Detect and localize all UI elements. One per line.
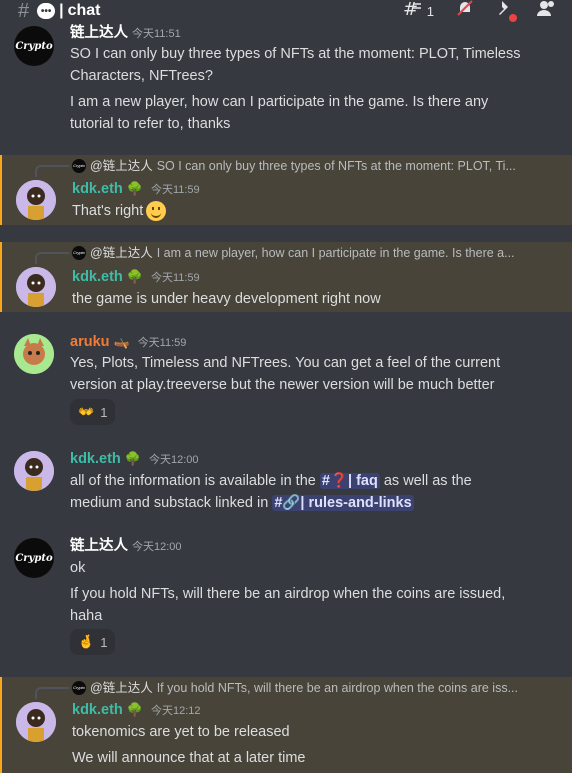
username[interactable]: aruku [70, 334, 110, 350]
member-list-button[interactable] [536, 0, 556, 23]
username[interactable]: kdk.eth [72, 702, 123, 718]
message-text: version at play.treeverse but the newer … [70, 377, 495, 393]
reply-avatar: Crypto [72, 246, 86, 260]
timestamp: 今天12:00 [148, 454, 199, 466]
reply-text: If you hold NFTs, will there be an airdr… [156, 681, 518, 695]
crossed-fingers-emoji-icon: 🤞 [78, 634, 95, 649]
message-text: as well as the [379, 473, 472, 489]
avatar[interactable] [16, 267, 56, 307]
avatar-image [16, 702, 56, 742]
reply-connector [35, 687, 69, 699]
channel-header: # ••• | chat # 1 [0, 0, 572, 22]
pin-notification-dot [509, 14, 517, 22]
mute-button[interactable] [456, 0, 474, 23]
avatar-image [16, 180, 56, 220]
message-text: medium and substack linked in [70, 495, 273, 511]
avatar-image [16, 267, 56, 307]
hashtag-icon: # [18, 0, 30, 22]
timestamp: 今天11:59 [150, 184, 200, 196]
avatar-image [14, 334, 54, 374]
reply-avatar: Crypto [72, 159, 86, 173]
message-text: tokenomics are yet to be released [72, 724, 290, 740]
chat-bubble-icon: ••• [37, 3, 56, 19]
reply-text: SO I can only buy three types of NFTs at… [156, 159, 516, 173]
reply-preview[interactable]: Crypto @链上达人 SO I can only buy three typ… [72, 158, 516, 174]
username[interactable]: kdk.eth [70, 451, 121, 467]
tree-role-icon: 🌳 [124, 451, 141, 467]
avatar-logo-text: Crypto [15, 40, 53, 52]
message-text: That's right [72, 203, 144, 219]
message-group: Crypto 链上达人 今天12:00 ok If you hold NFTs, … [0, 535, 572, 660]
reaction-button[interactable]: 🤞 1 [70, 629, 116, 655]
reply-username[interactable]: @链上达人 [90, 158, 153, 174]
tree-role-icon: 🌳 [126, 181, 143, 197]
channel-mention-rules-and-links[interactable]: #🔗| rules-and-links [272, 495, 414, 511]
reaction-count: 1 [100, 634, 108, 650]
avatar-image [14, 451, 54, 491]
timestamp: 今天12:12 [150, 705, 201, 717]
separator: | [59, 2, 64, 19]
reply-text: I am a new player, how can I participate… [156, 246, 515, 260]
avatar[interactable] [16, 702, 56, 742]
message-group: Crypto 链上达人 今天11:51 SO I can only buy thr… [0, 22, 572, 150]
message-text: SO I can only buy three types of NFTs at… [70, 46, 521, 62]
reply-preview[interactable]: Crypto @链上达人 If you hold NFTs, will ther… [72, 680, 518, 696]
smile-emoji-icon [146, 201, 167, 222]
threads-count: 1 [426, 3, 434, 19]
reaction-button[interactable]: 👐 1 [70, 399, 116, 425]
avatar[interactable] [14, 451, 54, 491]
reply-username[interactable]: @链上达人 [90, 245, 153, 261]
message-highlighted: Crypto @链上达人 If you hold NFTs, will ther… [0, 677, 572, 773]
reply-preview[interactable]: Crypto @链上达人 I am a new player, how can … [72, 245, 515, 261]
avatar-logo-text: Crypto [15, 552, 53, 564]
reply-connector [35, 165, 69, 177]
threads-button[interactable]: # [403, 0, 423, 23]
message-highlighted: Crypto @链上达人 SO I can only buy three typ… [0, 155, 572, 225]
message-text: Characters, NFTrees? [70, 68, 213, 84]
message-text: the game is under heavy development righ… [72, 291, 381, 307]
timestamp: 今天12:00 [132, 541, 182, 553]
message-text: Yes, Plots, Timeless and NFTrees. You ca… [70, 355, 501, 371]
avatar[interactable]: Crypto [14, 26, 54, 66]
avatar[interactable] [16, 180, 56, 220]
reply-username[interactable]: @链上达人 [90, 680, 153, 696]
tree-role-icon: 🌳 [126, 269, 143, 285]
hand-emoji-icon: 👐 [78, 404, 95, 419]
username[interactable]: kdk.eth [72, 181, 123, 197]
message-text: ok [70, 560, 86, 576]
channel-mention-faq[interactable]: #❓| faq [319, 473, 380, 489]
username[interactable]: kdk.eth [72, 269, 123, 285]
message-highlighted: Crypto @链上达人 I am a new player, how can … [0, 242, 572, 312]
avatar[interactable]: Crypto [14, 538, 54, 578]
channel-name: chat [67, 2, 101, 19]
timestamp: 今天11:51 [132, 28, 181, 40]
pinned-button[interactable] [496, 0, 517, 23]
bell-muted-icon [457, 0, 473, 16]
message-text: haha [70, 608, 103, 624]
reply-connector [35, 252, 69, 264]
message-text: tutorial to refer to, thanks [70, 116, 231, 132]
avatar[interactable] [14, 334, 54, 374]
message-group: kdk.eth 🌳 今天12:00 all of the information i… [0, 448, 572, 518]
message-text: We will announce that at a later time [72, 750, 306, 766]
message-text: If you hold NFTs, will there be an airdr… [70, 586, 506, 602]
reply-avatar: Crypto [72, 681, 86, 695]
username[interactable]: 链上达人 [70, 538, 128, 554]
members-icon [537, 1, 554, 16]
timestamp: 今天11:59 [137, 337, 187, 349]
timestamp: 今天11:59 [150, 272, 200, 284]
tree-role-icon: 🌳 [126, 702, 143, 718]
reaction-count: 1 [100, 404, 108, 420]
boat-role-icon: 🛶 [113, 334, 130, 350]
message-text: I am a new player, how can I participate… [70, 94, 489, 110]
message-text: all of the information is available in t… [70, 473, 320, 489]
threads-icon: # [403, 0, 421, 20]
message-group: aruku 🛶 今天11:59 Yes, Plots, Timeless and N… [0, 330, 572, 430]
username[interactable]: 链上达人 [70, 25, 128, 41]
